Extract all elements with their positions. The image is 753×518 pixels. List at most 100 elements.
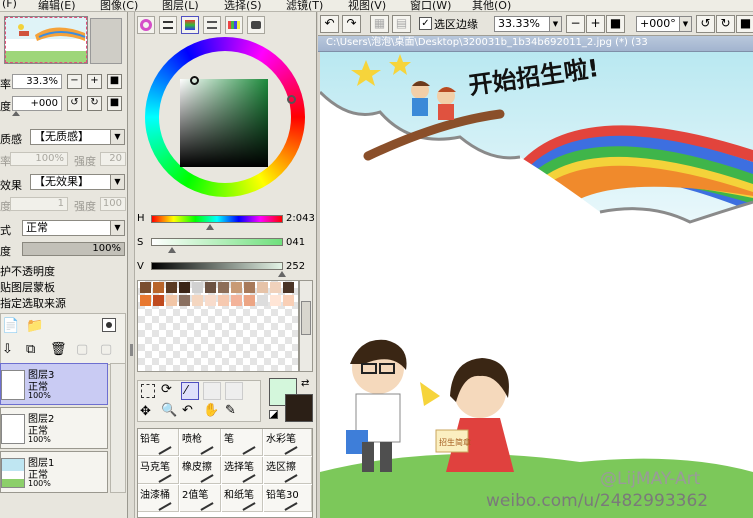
- color-swatch[interactable]: [205, 295, 216, 306]
- move-icon[interactable]: ✥: [140, 404, 151, 419]
- color-swatch[interactable]: [153, 295, 164, 306]
- swatch-grid[interactable]: [137, 280, 299, 372]
- color-swatch[interactable]: [140, 295, 151, 306]
- menu-select[interactable]: 选择(S): [224, 0, 262, 11]
- color-swatch[interactable]: [192, 282, 203, 293]
- s-slider[interactable]: [151, 238, 283, 246]
- tool-pencil[interactable]: 铅笔: [138, 429, 179, 456]
- layer-item-2[interactable]: 图层2 正常 100%: [0, 407, 108, 449]
- delete-layer-icon[interactable]: 🗑: [50, 342, 67, 357]
- tool-washi-pen[interactable]: 和纸笔: [222, 485, 263, 512]
- zoom-input[interactable]: 33.3%: [12, 74, 62, 89]
- zoom-reset-button[interactable]: ■: [107, 74, 122, 89]
- color-swatch[interactable]: [140, 282, 151, 293]
- menu-other[interactable]: 其他(O): [472, 0, 511, 11]
- menu-image[interactable]: 图像(C): [100, 0, 138, 11]
- magic-wand-icon[interactable]: ⁄: [181, 382, 199, 400]
- layer-item-3[interactable]: 图层3 正常 100%: [0, 363, 108, 405]
- reset-colors-icon[interactable]: [269, 410, 278, 419]
- color-mixer-mode-button[interactable]: [203, 16, 221, 34]
- zoom-icon[interactable]: 🔍: [161, 403, 177, 418]
- rotate-left-button[interactable]: ↺: [67, 96, 82, 111]
- rect-select-icon[interactable]: [141, 384, 155, 398]
- blend-mode-select[interactable]: 正常 ▼: [22, 220, 125, 236]
- tool-marker[interactable]: 马克笔: [138, 457, 179, 484]
- rgb-slider-mode-button[interactable]: [159, 16, 177, 34]
- color-swatch[interactable]: [166, 295, 177, 306]
- layer-list-scrollbar[interactable]: [110, 363, 126, 493]
- selection-source-checkbox[interactable]: 指定选取来源: [0, 295, 66, 311]
- color-swatch[interactable]: [283, 295, 294, 306]
- color-swatch[interactable]: [218, 282, 229, 293]
- redo-button[interactable]: ↷: [342, 15, 361, 33]
- canvas-zoom-reset-button[interactable]: ■: [606, 15, 625, 33]
- h-slider-thumb[interactable]: [206, 224, 215, 230]
- color-swatch[interactable]: [270, 282, 281, 293]
- color-swatch[interactable]: [257, 282, 268, 293]
- color-swatch[interactable]: [153, 282, 164, 293]
- saturation-value-square[interactable]: [180, 79, 268, 167]
- canvas-zoom-combo[interactable]: 33.33% ▼: [494, 16, 562, 32]
- canvas-rotate-left-button[interactable]: ↺: [696, 15, 715, 33]
- color-swatch[interactable]: [192, 295, 203, 306]
- angle-input[interactable]: +000: [12, 96, 62, 111]
- swatch-scrollbar[interactable]: [299, 280, 313, 372]
- canvas-zoom-out-button[interactable]: −: [566, 15, 585, 33]
- canvas-angle-combo[interactable]: +000° ▼: [636, 16, 692, 32]
- color-swatch[interactable]: [244, 282, 255, 293]
- navigator-viewport-frame[interactable]: [5, 17, 87, 63]
- transfer-down-icon[interactable]: ⇩: [2, 342, 13, 357]
- tool-eraser[interactable]: 橡皮擦: [180, 457, 221, 484]
- clip-layer-mask-checkbox[interactable]: 贴图层蒙板: [0, 279, 55, 295]
- tool-airbrush[interactable]: 喷枪: [180, 429, 221, 456]
- deselect-button[interactable]: ▦: [370, 15, 389, 33]
- navigator-thumbnail[interactable]: [4, 16, 88, 64]
- new-folder-icon[interactable]: 📁: [26, 318, 43, 334]
- menu-layer[interactable]: 图层(L): [162, 0, 199, 11]
- protect-opacity-checkbox[interactable]: 护不透明度: [0, 263, 55, 279]
- rotate-right-button[interactable]: ↻: [87, 96, 102, 111]
- tool-watercolor[interactable]: 水彩笔: [264, 429, 312, 456]
- menu-filter[interactable]: 滤镜(T): [286, 0, 323, 11]
- canvas-rotate-reset-button[interactable]: ■: [736, 15, 753, 33]
- color-swatch[interactable]: [166, 282, 177, 293]
- hand-icon[interactable]: ✋: [203, 403, 219, 418]
- effect-select[interactable]: 【无效果】 ▼: [30, 174, 125, 190]
- scratchpad-mode-button[interactable]: [247, 16, 265, 34]
- menu-file[interactable]: (F): [2, 0, 17, 10]
- sv-picker-cursor[interactable]: [190, 76, 199, 85]
- new-layer-icon[interactable]: 📄: [2, 318, 19, 334]
- color-swatch[interactable]: [218, 295, 229, 306]
- tool-binary-pen[interactable]: 2值笔: [180, 485, 221, 512]
- rotate-view-icon[interactable]: ↶: [182, 403, 193, 418]
- h-slider[interactable]: [151, 215, 283, 223]
- color-swatch[interactable]: [257, 295, 268, 306]
- canvas-area[interactable]: 招生简章 开始招生啦! @LijMAY-Art weibo.com/u/2482…: [320, 52, 753, 518]
- angle-slider-thumb[interactable]: [12, 111, 20, 116]
- v-slider[interactable]: [151, 262, 283, 270]
- color-swatch[interactable]: [179, 295, 190, 306]
- undo-button[interactable]: ↶: [320, 15, 339, 33]
- hue-picker-cursor[interactable]: [287, 95, 296, 104]
- zoom-in-button[interactable]: +: [87, 74, 102, 89]
- color-swatch[interactable]: [283, 282, 294, 293]
- s-slider-thumb[interactable]: [168, 247, 177, 253]
- tool-select-eraser[interactable]: 选区擦: [264, 457, 312, 484]
- lasso-icon[interactable]: ⟳: [161, 382, 172, 397]
- selection-edge-checkbox[interactable]: ✓: [419, 17, 432, 30]
- color-wheel-mode-button[interactable]: [137, 16, 155, 34]
- canvas-rotate-right-button[interactable]: ↻: [716, 15, 735, 33]
- v-slider-thumb[interactable]: [277, 271, 286, 277]
- tool-bucket[interactable]: 油漆桶: [138, 485, 179, 512]
- canvas-zoom-in-button[interactable]: +: [586, 15, 605, 33]
- layer-item-1[interactable]: 图层1 正常 100%: [0, 451, 108, 493]
- menu-window[interactable]: 窗口(W): [410, 0, 451, 11]
- color-swatch[interactable]: [244, 295, 255, 306]
- opacity-slider[interactable]: 100%: [22, 242, 125, 256]
- color-swatch[interactable]: [231, 295, 242, 306]
- tool-select-pen[interactable]: 选择笔: [222, 457, 263, 484]
- color-swatch[interactable]: [179, 282, 190, 293]
- tool-pencil30[interactable]: 铅笔30: [264, 485, 312, 512]
- texture-select[interactable]: 【无质感】 ▼: [30, 129, 125, 145]
- secondary-color-swatch[interactable]: [285, 394, 313, 422]
